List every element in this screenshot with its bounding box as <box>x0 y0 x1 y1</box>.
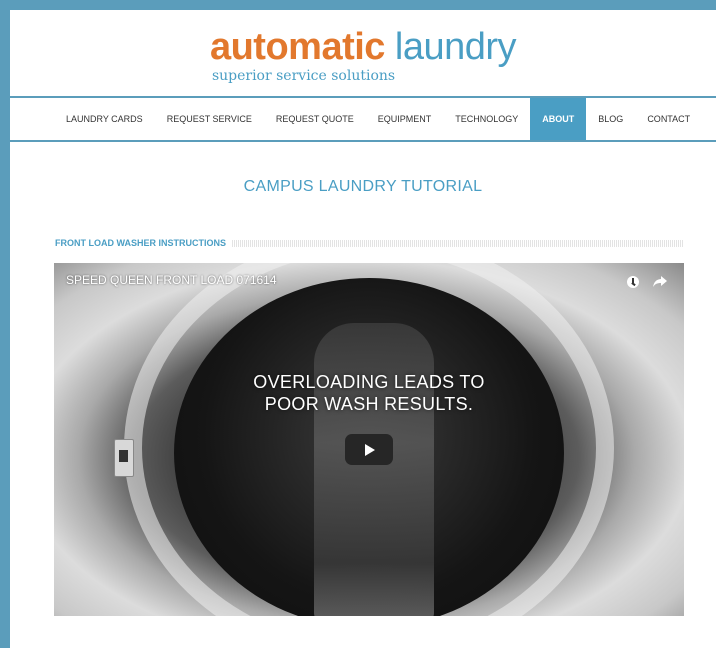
nav-item-technology[interactable]: TECHNOLOGY <box>443 98 530 140</box>
logo-word-laundry: laundry <box>394 26 517 68</box>
nav-item-about[interactable]: ABOUT <box>530 98 587 140</box>
nav-item-contact[interactable]: CONTACT <box>635 98 702 140</box>
page: automatic laundry superior service soluti… <box>10 10 716 648</box>
nav-item-blog[interactable]: BLOG <box>586 98 635 140</box>
nav-item-equipment[interactable]: EQUIPMENT <box>366 98 444 140</box>
nav-item-laundry-cards[interactable]: LAUNDRY CARDS <box>54 98 155 140</box>
video-player[interactable]: SPEED QUEEN FRONT LOAD 071614 OVERLOADIN… <box>54 263 684 616</box>
watch-later-icon[interactable] <box>627 276 639 288</box>
section-label: FRONT LOAD WASHER INSTRUCTIONS <box>55 238 226 248</box>
share-icon[interactable] <box>652 273 668 289</box>
nav-item-request-service[interactable]: REQUEST SERVICE <box>155 98 264 140</box>
play-icon[interactable] <box>345 434 393 465</box>
video-frame-clothes <box>314 323 434 616</box>
site-logo[interactable]: automatic laundry superior service soluti… <box>10 28 716 85</box>
nav-item-request-quote[interactable]: REQUEST QUOTE <box>264 98 366 140</box>
video-overlay-text: OVERLOADING LEADS TO POOR WASH RESULTS. <box>253 372 485 414</box>
page-title: CAMPUS LAUNDRY TUTORIAL <box>243 178 483 195</box>
video-title[interactable]: SPEED QUEEN FRONT LOAD 071614 <box>66 273 277 287</box>
section-heading: FRONT LOAD WASHER INSTRUCTIONS <box>55 238 684 248</box>
video-frame-door-latch <box>114 439 134 477</box>
main-nav: LAUNDRY CARDS REQUEST SERVICE REQUEST QU… <box>10 96 716 142</box>
section-divider <box>232 239 684 247</box>
logo-tagline: superior service solutions <box>211 68 396 84</box>
logo-word-automatic: automatic <box>209 26 385 68</box>
